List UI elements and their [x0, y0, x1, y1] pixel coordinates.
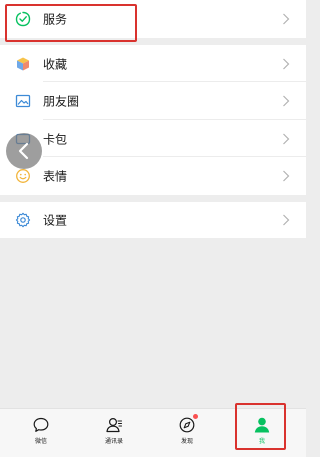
menu-item-moments-label: 朋友圈 — [43, 94, 80, 109]
tab-me[interactable]: 我 — [224, 409, 300, 457]
person-icon — [253, 416, 271, 434]
menu-item-favorites[interactable]: 收藏 — [0, 45, 306, 82]
menu-item-service-label: 服务 — [43, 12, 68, 27]
settings-section: 设置 — [0, 202, 306, 238]
back-button[interactable] — [6, 133, 42, 169]
chevron-right-icon — [283, 214, 290, 226]
gear-icon — [15, 212, 31, 228]
tab-discover-label: 发现 — [180, 438, 193, 445]
tab-me-label: 我 — [258, 438, 265, 445]
menu-item-settings[interactable]: 设置 — [0, 202, 306, 238]
chevron-right-icon — [283, 170, 290, 182]
favorites-cube-icon — [15, 56, 31, 72]
bottom-tab-bar: 微信 通讯录 发现 我 — [0, 408, 306, 457]
notification-dot — [193, 414, 198, 419]
compass-icon — [178, 414, 198, 434]
chevron-right-icon — [283, 133, 290, 144]
service-section: 服务 — [0, 0, 306, 38]
service-check-icon — [15, 11, 31, 27]
tab-contacts[interactable]: 通讯录 — [76, 409, 152, 457]
chevron-right-icon — [283, 95, 290, 107]
menu-item-cards[interactable]: 卡包 — [0, 120, 306, 157]
chat-bubble-icon — [32, 416, 50, 434]
moments-photo-icon — [15, 93, 31, 109]
tab-chats[interactable]: 微信 — [3, 409, 79, 457]
menu-item-favorites-label: 收藏 — [43, 57, 68, 71]
menu-item-service[interactable]: 服务 — [0, 0, 306, 38]
chevron-right-icon — [283, 13, 290, 25]
tab-discover[interactable]: 发现 — [149, 409, 225, 457]
chevron-right-icon — [283, 58, 290, 69]
menu-item-settings-label: 设置 — [43, 213, 68, 228]
chevron-left-icon — [18, 142, 29, 160]
tab-contacts-label: 通讯录 — [104, 438, 123, 445]
menu-item-cards-label: 卡包 — [43, 132, 68, 146]
sticker-smile-icon — [15, 168, 31, 184]
menu-item-moments[interactable]: 朋友圈 — [0, 83, 306, 120]
menu-item-stickers[interactable]: 表情 — [0, 158, 306, 195]
features-section: 收藏 朋友圈 卡包 表情 — [0, 45, 306, 195]
menu-item-stickers-label: 表情 — [43, 169, 68, 184]
contacts-icon — [105, 416, 123, 434]
tab-chats-label: 微信 — [34, 438, 47, 445]
